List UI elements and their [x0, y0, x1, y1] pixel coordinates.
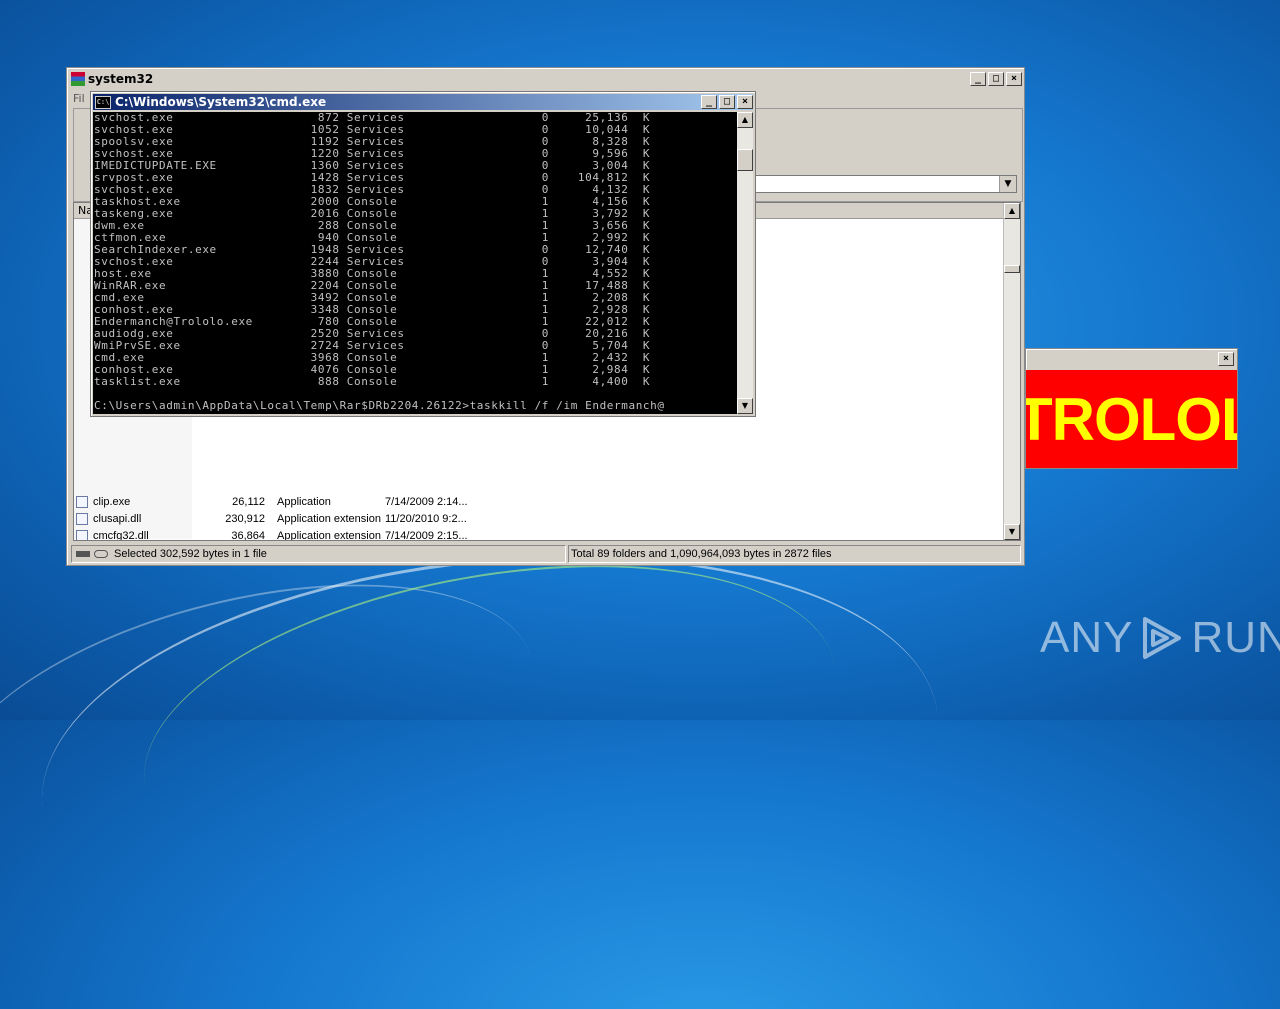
file-name: clip.exe — [93, 495, 131, 508]
maximize-button[interactable]: □ — [988, 72, 1004, 86]
file-row[interactable]: clip.exe 26,112 Application 7/14/2009 2:14.… — [76, 493, 495, 510]
file-row[interactable]: clusapi.dll 230,912 Application extension 1… — [76, 510, 495, 527]
file-type: Application extension — [277, 512, 381, 525]
trololo-text: TROLOLOL — [1026, 386, 1237, 453]
cmd-close-button[interactable]: × — [737, 95, 753, 109]
path-combobox[interactable]: ▼ — [753, 175, 1017, 193]
trololo-close-button[interactable]: × — [1218, 352, 1234, 366]
cmd-window[interactable]: C:\ C:\Windows\System32\cmd.exe _ □ × sv… — [90, 91, 756, 417]
status-right-panel: Total 89 folders and 1,090,964,093 bytes… — [568, 545, 1021, 563]
status-left-panel: Selected 302,592 bytes in 1 file — [71, 545, 566, 563]
cmd-app-icon: C:\ — [95, 95, 111, 109]
status-selected-text: Selected 302,592 bytes in 1 file — [114, 548, 267, 560]
file-row[interactable]: cmcfg32.dll 36,864 Application extension 7/… — [76, 527, 495, 541]
file-type: Application — [277, 495, 331, 508]
file-modified: 11/20/2010 9:2... — [385, 512, 467, 525]
file-name: clusapi.dll — [93, 512, 142, 525]
cmd-window-title: C:\Windows\System32\cmd.exe — [115, 95, 327, 109]
scroll-up-arrow-icon[interactable]: ▲ — [1004, 203, 1020, 219]
cmd-scroll-thumb[interactable] — [737, 149, 753, 171]
cmd-scroll-up-arrow-icon[interactable]: ▲ — [737, 112, 753, 128]
close-button[interactable]: × — [1006, 72, 1022, 86]
play-icon — [1143, 617, 1182, 659]
file-size: 230,912 — [225, 512, 265, 525]
scroll-down-arrow-icon[interactable]: ▼ — [1004, 524, 1020, 540]
menu-file[interactable]: Fil — [73, 92, 85, 105]
cmd-minimize-button[interactable]: _ — [701, 95, 717, 109]
file-icon — [76, 529, 88, 540]
console-line: tasklist.exe 888 Console 1 4,400 K — [94, 375, 651, 388]
watermark-right-text: RUN — [1191, 613, 1280, 662]
status-bar: Selected 302,592 bytes in 1 file Total 8… — [71, 545, 1021, 563]
file-size: 36,864 — [231, 529, 265, 541]
minimize-button[interactable]: _ — [970, 72, 986, 86]
file-name: cmcfg32.dll — [93, 529, 149, 541]
trololo-banner: TROLOLOL — [1026, 370, 1237, 468]
winrar-app-icon — [71, 72, 85, 86]
file-icon — [76, 512, 88, 525]
cmd-titlebar[interactable]: C:\ C:\Windows\System32\cmd.exe _ □ × — [93, 94, 753, 110]
file-type: Application extension — [277, 529, 381, 541]
scroll-thumb[interactable] — [1004, 265, 1020, 273]
file-list-scrollbar[interactable]: ▲ ▼ — [1003, 203, 1020, 540]
file-modified: 7/14/2009 2:15... — [385, 529, 468, 541]
file-icon — [76, 495, 88, 508]
window-title: system32 — [88, 72, 154, 86]
watermark-left-text: ANY — [1040, 613, 1134, 662]
cmd-maximize-button[interactable]: □ — [719, 95, 735, 109]
cmd-scroll-down-arrow-icon[interactable]: ▼ — [737, 398, 753, 414]
cmd-scrollbar[interactable]: ▲ ▼ — [737, 112, 753, 414]
chevron-down-icon[interactable]: ▼ — [999, 176, 1016, 192]
file-size: 26,112 — [232, 495, 265, 508]
trololo-window[interactable]: × TROLOLOL — [1025, 348, 1238, 469]
console-prompt-line[interactable]: C:\Users\admin\AppData\Local\Temp\Rar$DR… — [94, 400, 665, 412]
console-output[interactable]: svchost.exe 872 Services 0 25,136 Ksvcho… — [93, 112, 737, 414]
anyrun-watermark: ANY RUN — [1040, 612, 1280, 664]
file-modified: 7/14/2009 2:14... — [385, 495, 468, 508]
winrar-titlebar[interactable]: system32 _ □ × — [69, 70, 1022, 88]
drive-icon — [76, 551, 90, 558]
key-icon — [94, 550, 108, 559]
